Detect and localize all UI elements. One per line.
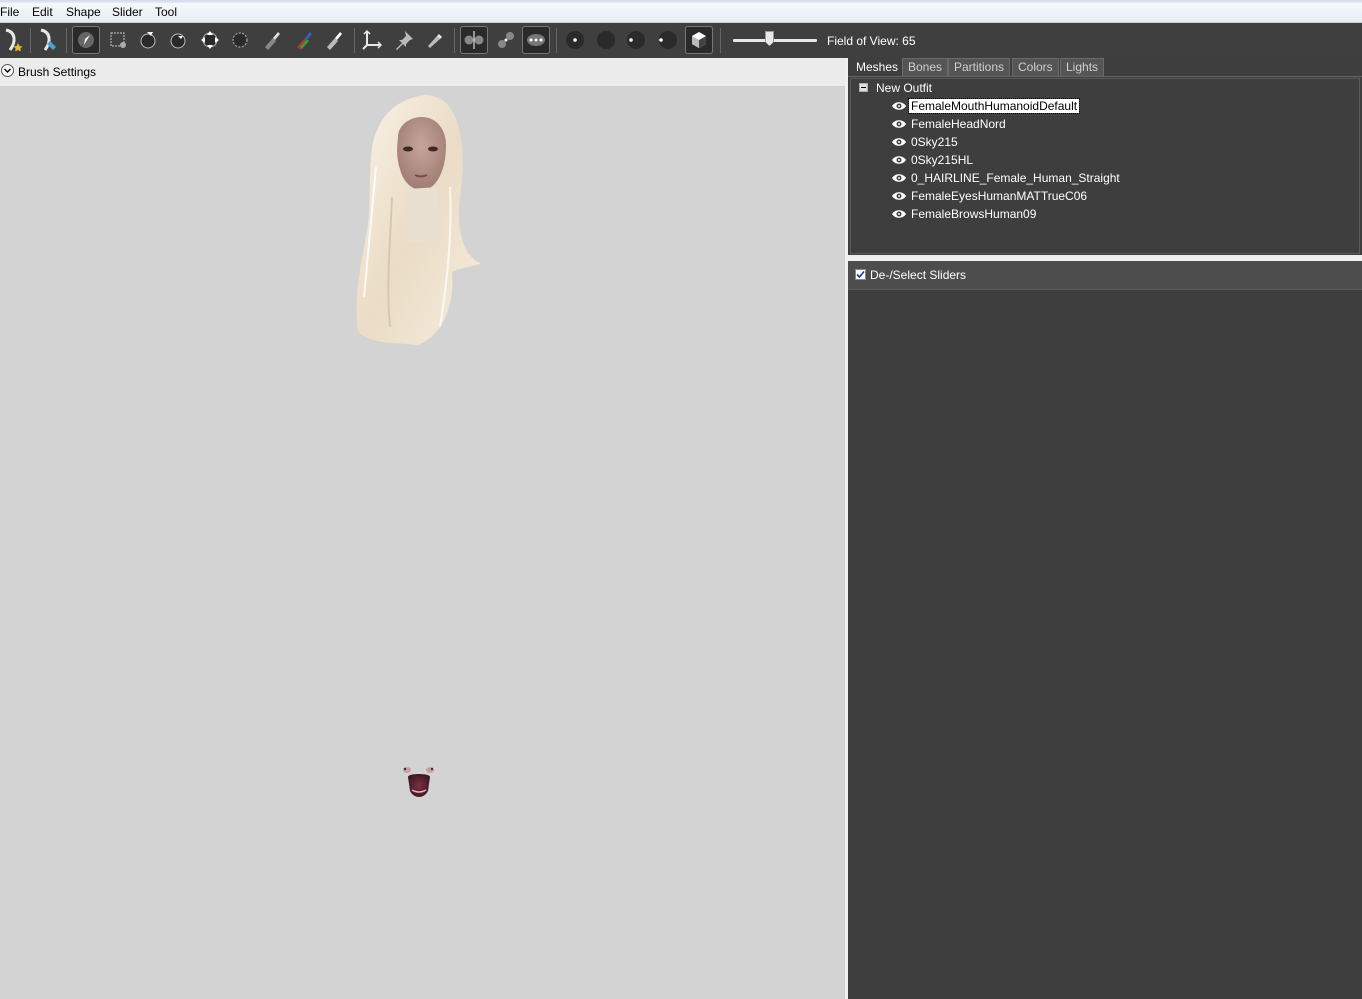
texture-button[interactable] <box>654 26 682 54</box>
tab-partitions[interactable]: Partitions <box>948 58 1011 76</box>
mesh-item[interactable]: FemaleMouthHumanoidDefault <box>891 97 1081 115</box>
tab-lights[interactable]: Lights <box>1060 58 1105 76</box>
deselect-sliders-label[interactable]: De-/Select Sliders <box>870 268 966 282</box>
vertex-dot-icon <box>566 31 584 49</box>
light-dot-icon <box>627 31 645 49</box>
select-arrow-icon <box>78 32 94 48</box>
checkmark-icon <box>856 270 865 279</box>
smooth-brush-icon <box>232 32 248 48</box>
connected-only-button[interactable] <box>492 26 520 54</box>
load-reference-button[interactable] <box>34 26 62 54</box>
x-mirror-button[interactable] <box>460 26 488 54</box>
deselect-sliders-checkbox[interactable] <box>855 269 866 280</box>
fov-slider-track[interactable] <box>733 39 817 42</box>
select-tool-button[interactable] <box>72 26 100 54</box>
mesh-item[interactable]: FemaleEyesHumanMATTrueC06 <box>891 187 1089 205</box>
three-dots-icon <box>527 34 545 46</box>
weight-brush-icon <box>265 32 280 50</box>
mesh-name: FemaleHeadNord <box>911 117 1006 131</box>
color-brush-button[interactable] <box>290 26 318 54</box>
mouth-model <box>403 767 434 797</box>
pin-icon <box>396 31 413 50</box>
show-vertices-button[interactable] <box>561 26 589 54</box>
inflate-brush-icon <box>140 32 156 49</box>
mesh-item[interactable]: 0Sky215HL <box>891 151 975 169</box>
cube-icon <box>692 32 706 48</box>
lighting-button[interactable] <box>622 26 650 54</box>
mesh-name: 0Sky215 <box>911 135 958 149</box>
mask-brush-button[interactable] <box>104 26 132 54</box>
tree-root-item[interactable]: New Outfit <box>859 81 932 95</box>
mask-visibility-button[interactable] <box>685 26 713 54</box>
mesh-name: FemaleEyesHumanMATTrueC06 <box>911 189 1088 203</box>
weight-brush-button[interactable] <box>258 26 286 54</box>
menu-bar: File Edit Shape Slider Tool <box>0 3 1362 23</box>
chevron-down-icon[interactable] <box>1 64 14 77</box>
mesh-name: 0Sky215HL <box>911 153 974 167</box>
tab-meshes[interactable]: Meshes <box>850 58 905 76</box>
smooth-brush-button[interactable] <box>226 26 254 54</box>
mesh-item[interactable]: 0_HAIRLINE_Female_Human_Straight <box>891 169 1122 187</box>
mesh-item[interactable]: FemaleHeadNord <box>891 115 1008 133</box>
reference-shape-icon <box>40 28 56 51</box>
brush-settings-label: Brush Settings <box>18 65 97 79</box>
pivot-button[interactable] <box>390 26 418 54</box>
wireframe-button[interactable] <box>592 26 620 54</box>
slider-header: De-/Select Sliders <box>848 261 1362 290</box>
mesh-tree: New Outfit FemaleMouthHumanoidDefault Fe… <box>850 78 1360 254</box>
texture-dot-icon <box>659 31 677 49</box>
mesh-item[interactable]: FemaleBrowsHuman09 <box>891 205 1038 223</box>
tree-root-label: New Outfit <box>876 81 933 95</box>
eye-icon[interactable] <box>891 209 907 219</box>
deflate-brush-icon <box>170 33 186 49</box>
deflate-brush-button[interactable] <box>164 26 192 54</box>
alpha-brush-icon <box>327 32 342 50</box>
eye-icon[interactable] <box>891 101 907 111</box>
new-project-button[interactable] <box>0 26 28 54</box>
collapse-icon[interactable] <box>859 83 868 93</box>
tab-colors[interactable]: Colors <box>1012 58 1059 76</box>
eye-icon[interactable] <box>891 155 907 165</box>
pencil-icon <box>428 34 442 48</box>
tab-bones[interactable]: Bones <box>902 58 949 76</box>
alpha-brush-button[interactable] <box>320 26 348 54</box>
mask-brush-icon <box>110 32 126 48</box>
menu-edit[interactable]: Edit <box>32 5 53 19</box>
eye-icon[interactable] <box>891 173 907 183</box>
solid-circle-icon <box>597 31 615 49</box>
mesh-name: FemaleBrowsHuman09 <box>911 207 1037 221</box>
menu-tool[interactable]: Tool <box>155 5 177 19</box>
mesh-name: 0_HAIRLINE_Female_Human_Straight <box>911 171 1120 185</box>
fov-label: Field of View: 65 <box>827 34 916 48</box>
eye-icon[interactable] <box>891 119 907 129</box>
mesh-name: FemaleMouthHumanoidDefault <box>907 98 1081 114</box>
new-project-icon <box>5 28 23 52</box>
menu-shape[interactable]: Shape <box>66 5 101 19</box>
menu-file[interactable]: File <box>0 5 19 19</box>
global-brush-button[interactable] <box>522 26 550 54</box>
inflate-brush-button[interactable] <box>134 26 162 54</box>
move-brush-button[interactable] <box>196 26 224 54</box>
connected-points-icon <box>498 32 514 48</box>
eye-icon[interactable] <box>891 137 907 147</box>
transform-button[interactable] <box>358 26 386 54</box>
x-mirror-icon <box>464 31 484 49</box>
color-brush-icon <box>297 32 312 50</box>
brush-settings-bar[interactable]: Brush Settings <box>0 58 845 87</box>
mesh-item[interactable]: 0Sky215 <box>891 133 960 151</box>
right-panel: Meshes Bones Partitions Colors Lights Ne… <box>848 58 1362 999</box>
eye-icon[interactable] <box>891 191 907 201</box>
3d-viewport[interactable] <box>0 87 845 999</box>
axis-transform-icon <box>362 29 383 50</box>
menu-slider[interactable]: Slider <box>112 5 143 19</box>
character-head-model <box>356 95 481 797</box>
vertex-edit-button[interactable] <box>420 26 448 54</box>
toolbar <box>0 23 1362 58</box>
move-arrows-icon <box>201 31 219 49</box>
